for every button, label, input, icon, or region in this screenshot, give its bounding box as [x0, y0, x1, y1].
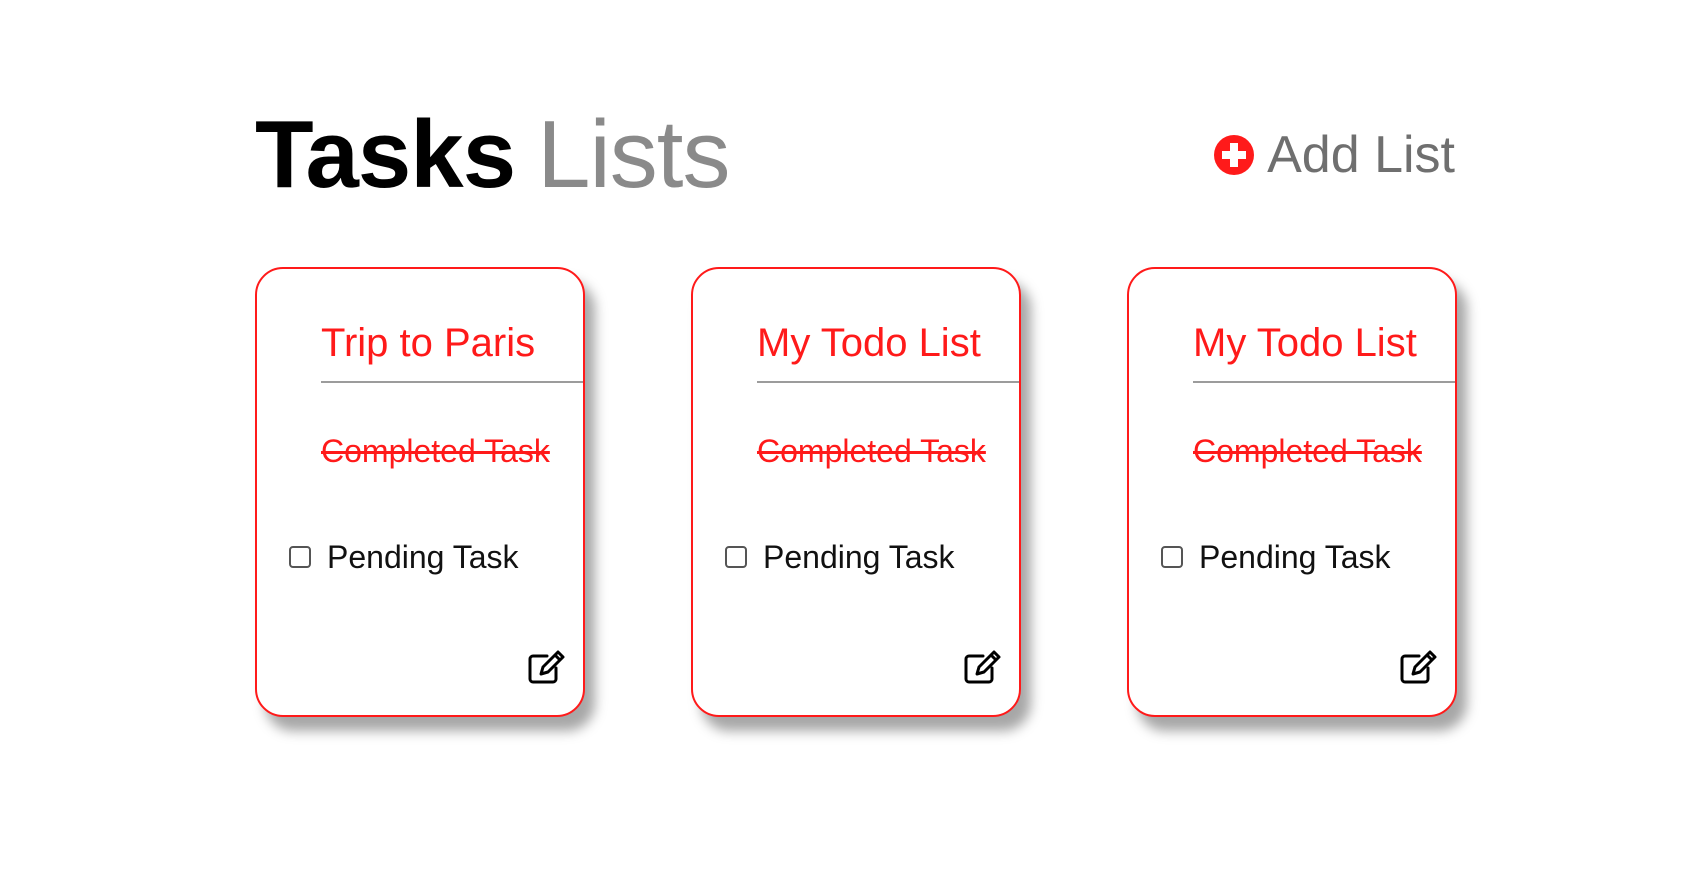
- edit-list-button[interactable]: [1399, 649, 1439, 685]
- list-card: Trip to Paris Completed Task Pending Tas…: [255, 267, 585, 717]
- edit-icon: [964, 650, 1001, 684]
- page-title-bold: Tasks: [255, 101, 516, 208]
- pending-task: Pending Task: [1161, 537, 1391, 577]
- pending-task: Pending Task: [725, 537, 955, 577]
- list-title[interactable]: Trip to Paris: [321, 319, 585, 367]
- pending-task-label: Pending Task: [1199, 539, 1391, 575]
- list-title-divider: [1193, 381, 1455, 383]
- edit-icon: [528, 650, 565, 684]
- add-list-button[interactable]: Add List: [1213, 120, 1455, 190]
- completed-task[interactable]: Completed Task: [757, 431, 986, 471]
- task-checkbox[interactable]: [1161, 546, 1183, 568]
- task-checkbox[interactable]: [725, 546, 747, 568]
- page: Tasks Lists Add List Trip to Paris Comple…: [0, 0, 1690, 872]
- pending-task: Pending Task: [289, 537, 519, 577]
- plus-circle-icon: [1213, 134, 1255, 176]
- page-title: Tasks Lists: [255, 100, 730, 210]
- list-title-divider: [321, 381, 583, 383]
- header: Tasks Lists Add List: [255, 100, 1455, 210]
- list-card: My Todo List Completed Task Pending Task: [691, 267, 1021, 717]
- edit-list-button[interactable]: [963, 649, 1003, 685]
- edit-icon: [1400, 650, 1437, 684]
- pending-task-label: Pending Task: [763, 539, 955, 575]
- list-title[interactable]: My Todo List: [757, 319, 1021, 367]
- edit-list-button[interactable]: [527, 649, 567, 685]
- completed-task[interactable]: Completed Task: [1193, 431, 1422, 471]
- completed-task[interactable]: Completed Task: [321, 431, 550, 471]
- list-card: My Todo List Completed Task Pending Task: [1127, 267, 1457, 717]
- list-title-divider: [757, 381, 1019, 383]
- page-title-light: Lists: [537, 101, 730, 208]
- pending-task-label: Pending Task: [327, 539, 519, 575]
- task-checkbox[interactable]: [289, 546, 311, 568]
- add-list-label: Add List: [1267, 126, 1455, 184]
- list-title[interactable]: My Todo List: [1193, 319, 1457, 367]
